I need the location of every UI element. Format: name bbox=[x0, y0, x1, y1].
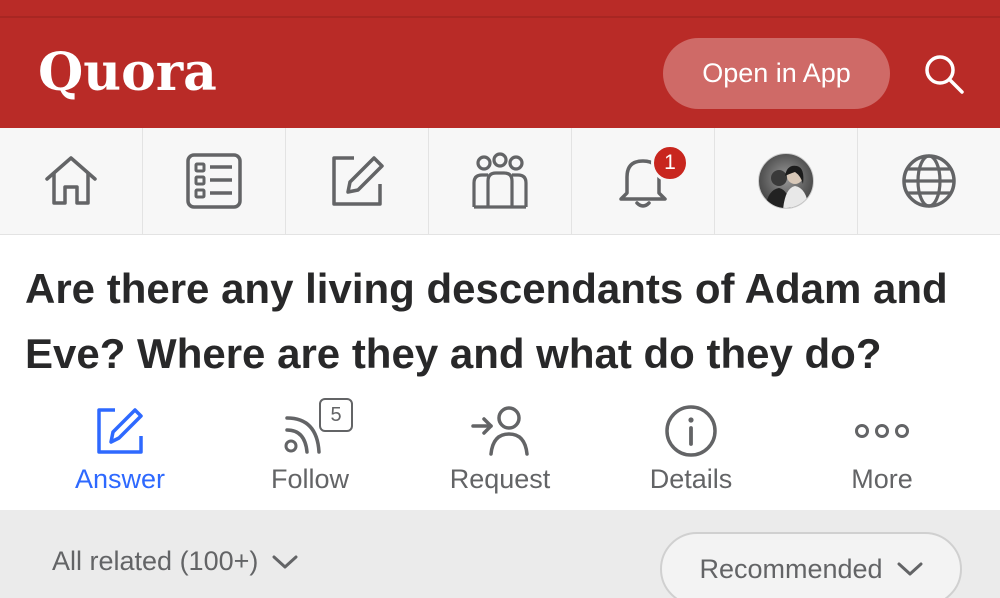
follow-count: 5 bbox=[319, 398, 353, 432]
main-navigation: 1 bbox=[0, 128, 1000, 235]
more-label: More bbox=[851, 464, 913, 494]
follow-button[interactable]: 5 Follow bbox=[215, 398, 405, 508]
edit-icon bbox=[332, 156, 384, 206]
nav-answer[interactable] bbox=[286, 128, 429, 234]
more-button[interactable]: More bbox=[787, 400, 977, 508]
more-icon bbox=[855, 424, 909, 438]
answer-label: Answer bbox=[74, 464, 166, 494]
answer-button[interactable]: Answer bbox=[25, 400, 215, 508]
avatar bbox=[758, 153, 814, 209]
avatar-photo bbox=[765, 165, 809, 208]
notification-badge: 1 bbox=[651, 144, 689, 182]
related-bar: All related (100+) Recommended bbox=[0, 510, 1000, 598]
sort-dropdown[interactable]: Recommended bbox=[660, 532, 962, 598]
nav-following[interactable] bbox=[143, 128, 286, 234]
nav-home[interactable] bbox=[0, 128, 143, 234]
nav-languages[interactable] bbox=[858, 128, 1000, 234]
request-button[interactable]: Request bbox=[405, 400, 595, 508]
spaces-icon bbox=[472, 152, 528, 209]
status-bar bbox=[0, 0, 1000, 18]
request-label: Request bbox=[449, 464, 551, 494]
nav-spaces[interactable] bbox=[429, 128, 572, 234]
question-title: Are there any living descendants of Adam… bbox=[25, 265, 948, 377]
list-icon bbox=[186, 153, 242, 209]
details-label: Details bbox=[649, 464, 733, 494]
nav-notifications[interactable]: 1 bbox=[572, 128, 715, 234]
search-button[interactable] bbox=[918, 48, 970, 100]
all-related-label: All related (100+) bbox=[52, 546, 259, 576]
info-icon bbox=[665, 405, 717, 457]
quora-logo[interactable]: Quora bbox=[38, 40, 217, 106]
question-actions: Answer 5 Follow Request Details More bbox=[0, 398, 1000, 508]
globe-icon bbox=[902, 154, 956, 208]
nav-profile[interactable] bbox=[715, 128, 858, 234]
all-related-dropdown[interactable]: All related (100+) bbox=[52, 546, 298, 577]
home-icon bbox=[45, 156, 97, 205]
sort-label: Recommended bbox=[699, 553, 883, 584]
chevron-down-icon bbox=[897, 562, 923, 576]
open-in-app-button[interactable]: Open in App bbox=[663, 38, 890, 109]
search-icon bbox=[925, 55, 964, 94]
chevron-down-icon bbox=[272, 555, 298, 568]
follow-label: Follow bbox=[270, 464, 350, 494]
details-button[interactable]: Details bbox=[596, 400, 786, 508]
pencil-icon bbox=[97, 408, 143, 454]
request-icon bbox=[471, 406, 529, 456]
top-header: Quora Open in App bbox=[0, 18, 1000, 128]
